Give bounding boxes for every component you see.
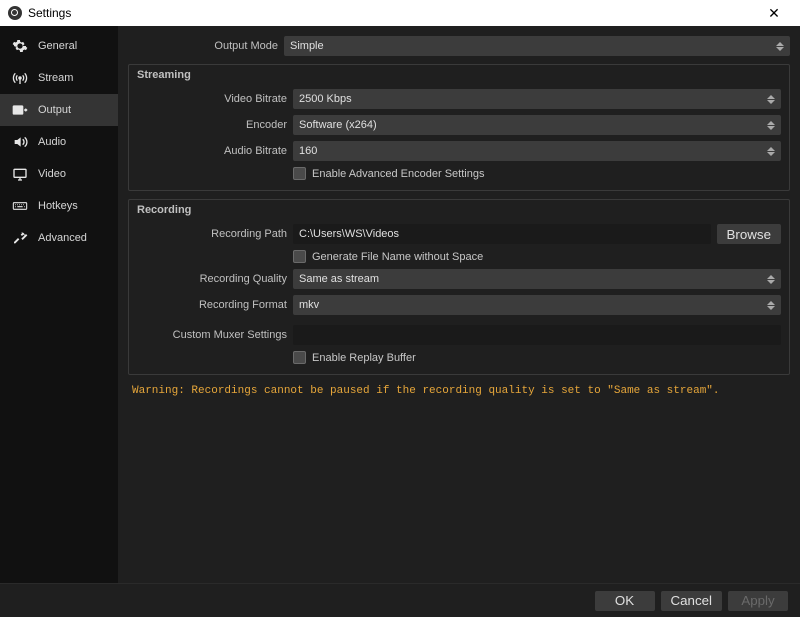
muxer-label: Custom Muxer Settings (137, 329, 287, 341)
audio-bitrate-combo[interactable]: 160 (293, 141, 781, 161)
sidebar-item-label: Stream (38, 72, 73, 84)
sidebar-item-label: Video (38, 168, 66, 180)
cancel-button[interactable]: Cancel (661, 591, 723, 611)
chevron-updown-icon (763, 115, 779, 135)
recording-format-label: Recording Format (137, 299, 287, 311)
output-mode-label: Output Mode (128, 40, 278, 52)
recording-path-input[interactable]: C:\Users\WS\Videos (293, 224, 711, 244)
video-bitrate-value: 2500 Kbps (299, 89, 352, 109)
gen-no-space-label: Generate File Name without Space (312, 251, 483, 263)
sidebar-item-video[interactable]: Video (0, 158, 118, 190)
encoder-combo[interactable]: Software (x264) (293, 115, 781, 135)
titlebar: Settings ✕ (0, 0, 800, 26)
gen-no-space-checkbox[interactable] (293, 250, 306, 263)
recording-quality-combo[interactable]: Same as stream (293, 269, 781, 289)
encoder-label: Encoder (137, 119, 287, 131)
streaming-legend: Streaming (137, 69, 781, 81)
apply-button[interactable]: Apply (728, 591, 788, 611)
row-output-mode: Output Mode Simple (128, 36, 790, 56)
chevron-updown-icon (772, 36, 788, 56)
sidebar-item-label: General (38, 40, 77, 52)
sidebar-item-label: Advanced (38, 232, 87, 244)
sidebar: General Stream Output Audio Video (0, 26, 118, 583)
audio-icon (10, 134, 30, 150)
audio-bitrate-value: 160 (299, 141, 317, 161)
audio-bitrate-label: Audio Bitrate (137, 145, 287, 157)
stepper-icon (763, 89, 779, 109)
tools-icon (10, 230, 30, 246)
close-button[interactable]: ✕ (756, 0, 792, 26)
sidebar-item-advanced[interactable]: Advanced (0, 222, 118, 254)
sidebar-item-label: Hotkeys (38, 200, 78, 212)
ok-button[interactable]: OK (595, 591, 655, 611)
enable-advanced-label: Enable Advanced Encoder Settings (312, 168, 484, 180)
antenna-icon (10, 70, 30, 86)
sidebar-item-label: Output (38, 104, 71, 116)
output-icon (10, 102, 30, 118)
output-mode-value: Simple (290, 36, 324, 56)
window-title: Settings (28, 6, 756, 20)
group-streaming: Streaming Video Bitrate 2500 Kbps Encode… (128, 64, 790, 191)
sidebar-item-output[interactable]: Output (0, 94, 118, 126)
recording-quality-label: Recording Quality (137, 273, 287, 285)
recording-legend: Recording (137, 204, 781, 216)
sidebar-item-label: Audio (38, 136, 66, 148)
keyboard-icon (10, 198, 30, 214)
content: Output Mode Simple Streaming Video Bitra… (118, 26, 800, 583)
output-mode-combo[interactable]: Simple (284, 36, 790, 56)
recording-path-label: Recording Path (137, 228, 287, 240)
gear-icon (10, 38, 30, 54)
video-bitrate-spin[interactable]: 2500 Kbps (293, 89, 781, 109)
app-icon (8, 6, 22, 20)
browse-button[interactable]: Browse (717, 224, 781, 244)
video-bitrate-label: Video Bitrate (137, 93, 287, 105)
main: General Stream Output Audio Video (0, 26, 800, 583)
footer: OK Cancel Apply (0, 583, 800, 617)
replay-buffer-checkbox[interactable] (293, 351, 306, 364)
recording-format-value: mkv (299, 295, 319, 315)
chevron-updown-icon (763, 141, 779, 161)
sidebar-item-hotkeys[interactable]: Hotkeys (0, 190, 118, 222)
sidebar-item-general[interactable]: General (0, 30, 118, 62)
chevron-updown-icon (763, 295, 779, 315)
recording-path-value: C:\Users\WS\Videos (299, 224, 399, 244)
sidebar-item-audio[interactable]: Audio (0, 126, 118, 158)
recording-quality-value: Same as stream (299, 269, 379, 289)
replay-buffer-label: Enable Replay Buffer (312, 352, 416, 364)
warning-text: Warning: Recordings cannot be paused if … (128, 383, 790, 399)
enable-advanced-checkbox[interactable] (293, 167, 306, 180)
recording-format-combo[interactable]: mkv (293, 295, 781, 315)
muxer-input[interactable] (293, 325, 781, 345)
encoder-value: Software (x264) (299, 115, 377, 135)
group-recording: Recording Recording Path C:\Users\WS\Vid… (128, 199, 790, 375)
sidebar-item-stream[interactable]: Stream (0, 62, 118, 94)
monitor-icon (10, 166, 30, 182)
chevron-updown-icon (763, 269, 779, 289)
